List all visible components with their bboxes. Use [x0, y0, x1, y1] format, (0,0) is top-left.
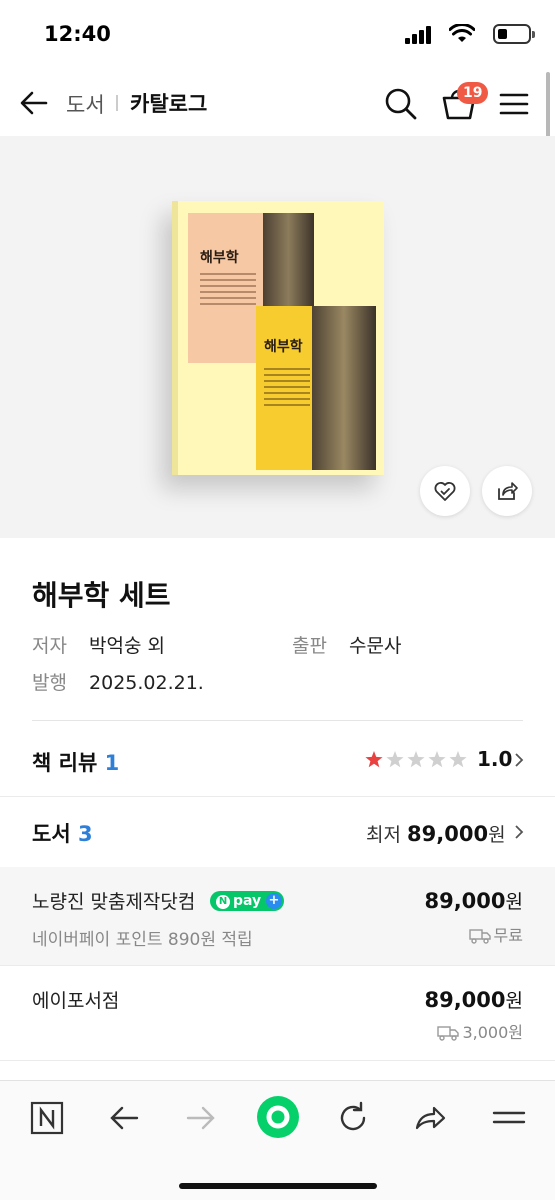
more-menu-icon[interactable]: [492, 1101, 526, 1135]
green-dot-icon[interactable]: [256, 1095, 300, 1139]
share-icon: [498, 482, 518, 500]
shipping-fee: 3,000원: [437, 1019, 523, 1043]
divider: [0, 796, 555, 797]
naver-n-icon: N: [216, 895, 230, 909]
seller-price: 89,000원: [424, 889, 523, 913]
naver-home-icon[interactable]: [30, 1101, 64, 1135]
status-time: 12:40: [44, 22, 111, 46]
truck-icon: [437, 1026, 460, 1041]
product-title: 해부학 세트: [32, 579, 171, 612]
hamburger-menu-icon[interactable]: [498, 90, 530, 118]
star-empty-icon: [449, 751, 467, 768]
publisher-row: 출판 수문사: [292, 631, 401, 658]
review-count: 1: [104, 751, 120, 775]
book-cover-image[interactable]: 해부학 해부학: [172, 201, 384, 475]
star-empty-icon: [407, 751, 425, 768]
breadcrumb-divider: [116, 95, 118, 111]
chevron-right-icon[interactable]: [514, 752, 524, 768]
seller-list-item[interactable]: [0, 867, 555, 965]
author-value: 박억숭 외: [89, 635, 165, 657]
plus-icon: +: [266, 893, 282, 909]
signal-icon: [405, 26, 431, 44]
page-title: 카탈로그: [130, 92, 208, 116]
books-label: 도서: [32, 822, 71, 846]
publisher-value: 수문사: [349, 635, 402, 657]
browser-toolbar: [0, 1080, 555, 1200]
back-arrow-icon[interactable]: [107, 1101, 141, 1135]
status-bar: 12:40: [0, 0, 555, 70]
star-rating: [365, 751, 467, 768]
lowest-price-currency: 원: [488, 824, 506, 846]
divider: [0, 965, 555, 966]
lowest-price: 최저 89,000원: [366, 820, 506, 847]
date-label: 발행: [32, 672, 67, 694]
seller-price: 89,000원: [424, 988, 523, 1012]
search-icon[interactable]: [384, 87, 418, 121]
seller-name[interactable]: 에이포서점: [32, 986, 119, 1013]
books-count: 3: [77, 822, 93, 846]
date-row: 발행 2025.02.21.: [32, 668, 204, 695]
star-empty-icon: [386, 751, 404, 768]
home-indicator: [179, 1183, 377, 1189]
lowest-price-label: 최저: [366, 824, 401, 846]
forward-arrow-icon[interactable]: [184, 1101, 218, 1135]
back-arrow-icon[interactable]: [18, 88, 50, 118]
review-row[interactable]: 책 리뷰 1: [32, 747, 119, 777]
rating-value: 1.0: [477, 747, 513, 771]
top-nav: 도서 카탈로그 19: [0, 70, 555, 136]
books-row[interactable]: 도서 3: [32, 818, 93, 848]
npay-badge: Npay +: [210, 891, 284, 911]
product-image-area: 해부학 해부학: [0, 136, 555, 538]
divider: [32, 720, 523, 721]
star-filled-icon: [365, 751, 383, 768]
date-value: 2025.02.21.: [89, 672, 204, 694]
cart-count-badge: 19: [457, 82, 489, 104]
author-row: 저자 박억숭 외: [32, 631, 165, 658]
share-arrow-icon[interactable]: [413, 1101, 447, 1135]
lowest-price-value: 89,000: [407, 822, 489, 846]
share-button[interactable]: [482, 466, 532, 516]
cover-book-2: 해부학: [256, 306, 376, 470]
heart-check-icon: [434, 482, 456, 501]
wifi-icon: [449, 24, 475, 42]
author-label: 저자: [32, 635, 67, 657]
star-empty-icon: [428, 751, 446, 768]
breadcrumb-section[interactable]: 도서: [66, 89, 105, 119]
wishlist-button[interactable]: [420, 466, 470, 516]
seller-point-info: 네이버페이 포인트 890원 적립: [32, 930, 253, 950]
seller-name: 노량진 맞춤제작닷컴: [32, 891, 196, 913]
truck-icon: [468, 929, 491, 944]
chevron-right-icon[interactable]: [514, 824, 524, 840]
publisher-label: 출판: [292, 635, 327, 657]
review-label: 책 리뷰: [32, 751, 98, 775]
battery-icon: [493, 24, 535, 44]
divider: [0, 1060, 555, 1061]
shipping-fee: 무료: [468, 922, 523, 946]
refresh-icon[interactable]: [336, 1101, 370, 1135]
